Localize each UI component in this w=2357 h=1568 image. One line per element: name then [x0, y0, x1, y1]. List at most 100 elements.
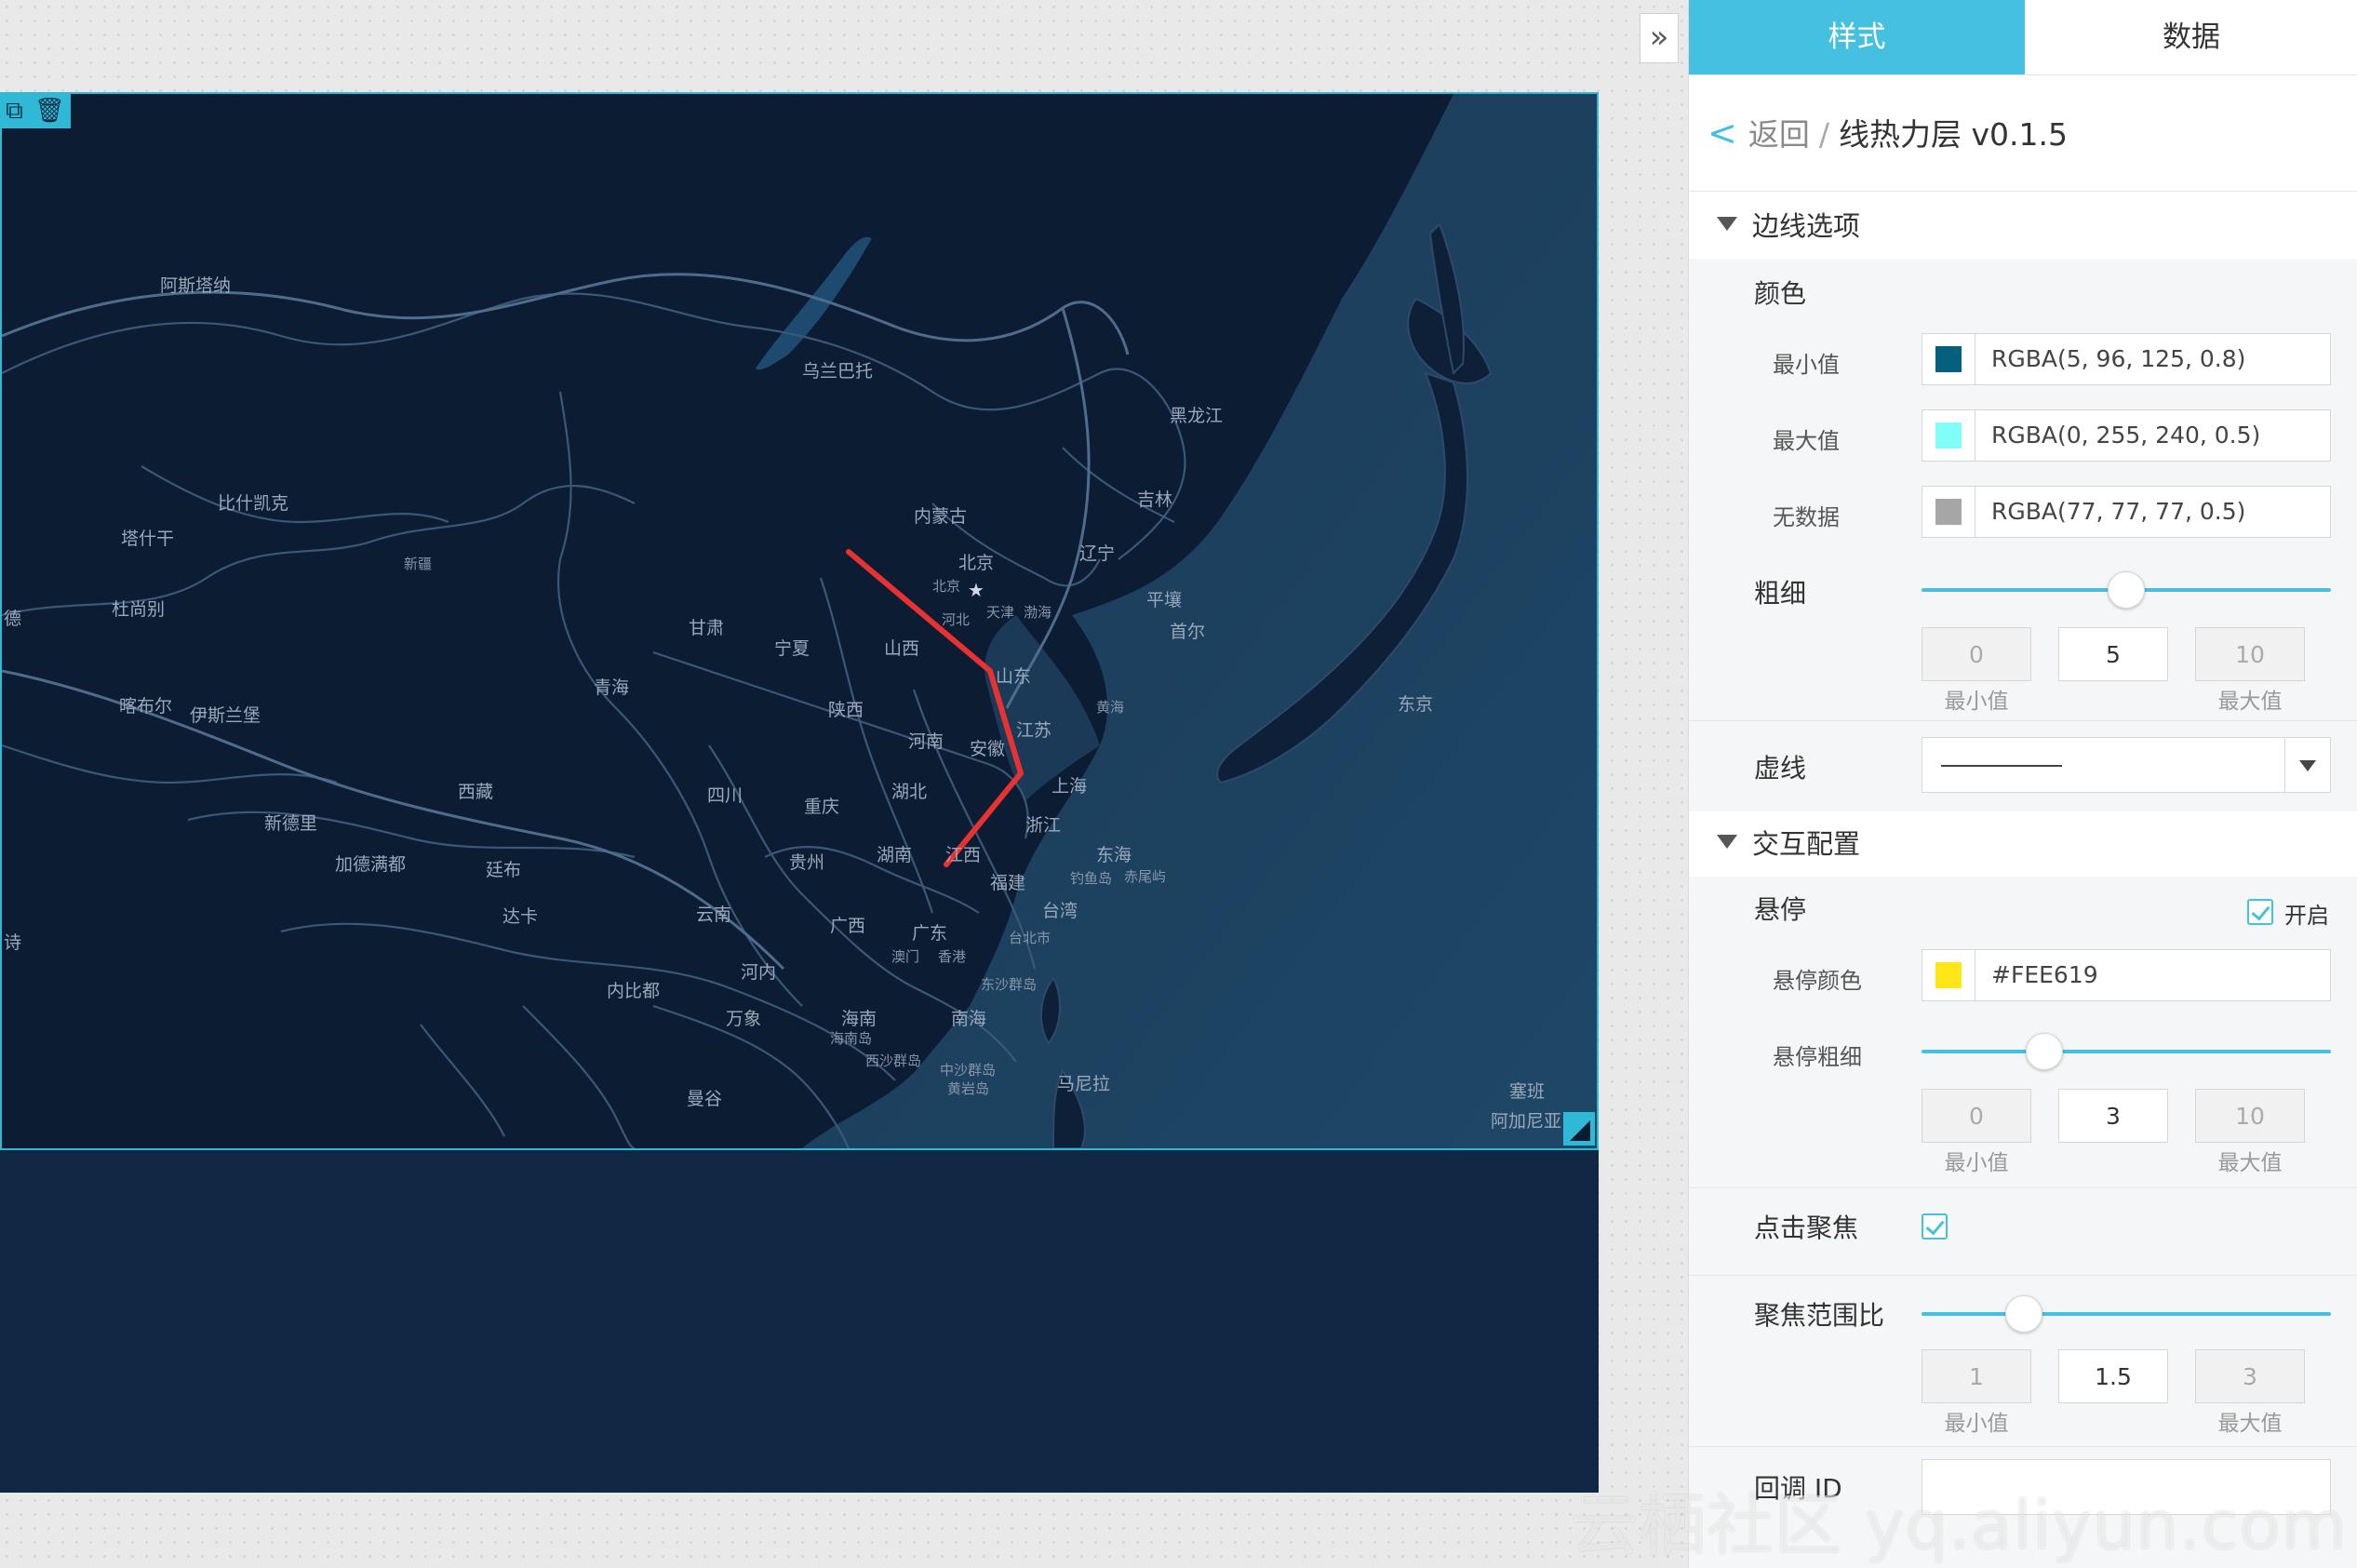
map-label: 海南 [841, 1009, 877, 1029]
hover-thickness-max-input: 10 [2195, 1089, 2305, 1143]
interaction-body: 悬停 开启 悬停颜色 #FEE619 悬停粗细 0 3 10 最小值 最大值 点… [1689, 877, 2357, 1568]
color-swatch-box[interactable] [1922, 487, 1975, 537]
slider-track[interactable] [1922, 1312, 2331, 1316]
map-label: 广西 [830, 916, 865, 936]
map-label: 北京 [958, 553, 994, 573]
back-link[interactable]: 返回 [1748, 116, 1810, 153]
color-swatch-box[interactable] [1922, 410, 1975, 461]
hover-thickness-slider[interactable] [1922, 1033, 2331, 1070]
hover-enable-checkbox[interactable] [2247, 899, 2273, 925]
click-focus-checkbox[interactable] [1922, 1213, 1948, 1240]
color-swatch [1935, 962, 1962, 988]
map-label: 钓鱼岛 [1070, 870, 1112, 887]
focus-ratio-value-input[interactable]: 1.5 [2058, 1349, 2168, 1403]
section-edge-options[interactable]: 边线选项 [1689, 194, 2357, 259]
divider [1689, 720, 2357, 721]
section-title: 边线选项 [1752, 210, 1861, 242]
map-label: 廷布 [486, 860, 521, 880]
double-chevron-right-icon: » [1649, 19, 1669, 56]
focus-ratio-max-input: 3 [2195, 1349, 2305, 1403]
map-label: 比什凯克 [218, 493, 288, 514]
resize-handle[interactable] [1563, 1112, 1595, 1146]
map-label: 德 [4, 609, 21, 629]
min-color-field[interactable]: RGBA(5, 96, 125, 0.8) [1922, 333, 2331, 385]
map-label: 加德满都 [335, 854, 406, 875]
color-value: #FEE619 [1991, 961, 2098, 988]
map-label: 甘肃 [689, 618, 724, 638]
map-label: 内蒙古 [914, 506, 967, 527]
color-swatch [1935, 499, 1962, 525]
breadcrumb: < 返回 / 线热力层 v0.1.5 [1707, 110, 2068, 156]
breadcrumb-separator: / [1818, 116, 1829, 153]
copy-icon[interactable]: ⧉ [6, 97, 23, 125]
map-label: 阿斯塔纳 [160, 275, 231, 296]
dash-style-select[interactable] [1922, 737, 2331, 793]
map-canvas[interactable]: ★ 阿斯塔纳 乌兰巴托 黑龙江 吉林 比什凯克 塔什干 新疆 内蒙古 辽宁 北京… [0, 92, 1599, 1150]
map-label: 西沙群岛 [865, 1052, 921, 1069]
hover-enable-label: 开启 [2284, 903, 2329, 929]
tab-data[interactable]: 数据 [2025, 0, 2357, 74]
section-interaction[interactable]: 交互配置 [1689, 811, 2357, 877]
map-label: 吉林 [1137, 489, 1172, 510]
map-label: 西藏 [458, 782, 493, 802]
slider-knob[interactable] [2026, 1033, 2063, 1070]
map-label: 青海 [594, 677, 629, 698]
hover-color-field[interactable]: #FEE619 [1922, 949, 2331, 1001]
map-label: 北京 [932, 578, 960, 595]
edge-options-body: 颜色 最小值 RGBA(5, 96, 125, 0.8) 最大值 RGBA(0,… [1689, 259, 2357, 811]
map-label: 赤尾屿 [1124, 868, 1166, 885]
nodata-color-label: 无数据 [1773, 504, 1840, 530]
map-label: 东沙群岛 [981, 976, 1037, 993]
click-focus-label: 点击聚焦 [1754, 1213, 1859, 1243]
color-label: 颜色 [1754, 278, 1807, 309]
min-caption: 最小值 [1944, 690, 2009, 714]
map-label: 新疆 [404, 556, 432, 572]
trash-icon[interactable]: 🗑 [34, 97, 65, 125]
map-label: 达卡 [502, 906, 538, 927]
thickness-value-input[interactable]: 5 [2058, 627, 2168, 681]
map-label: 辽宁 [1079, 543, 1115, 564]
slider-knob[interactable] [2005, 1295, 2042, 1333]
map-label: 曼谷 [687, 1089, 722, 1109]
nodata-color-field[interactable]: RGBA(77, 77, 77, 0.5) [1922, 486, 2331, 538]
capital-star-icon: ★ [968, 579, 984, 601]
thickness-label: 粗细 [1754, 578, 1807, 609]
color-value: RGBA(0, 255, 240, 0.5) [1991, 422, 2261, 449]
thickness-slider[interactable] [1922, 571, 2331, 609]
caret-down-icon [1717, 835, 1737, 849]
map-label: 诗 [4, 932, 21, 953]
slider-knob[interactable] [2108, 571, 2145, 609]
tab-style[interactable]: 样式 [1689, 0, 2025, 74]
chevron-left-icon[interactable]: < [1707, 113, 1737, 154]
map-label: 四川 [707, 785, 743, 806]
map-label: 东京 [1398, 694, 1433, 715]
section-title: 交互配置 [1752, 828, 1861, 860]
canvas-background [0, 1150, 1599, 1493]
hover-thickness-value-input[interactable]: 3 [2058, 1089, 2168, 1143]
focus-ratio-min-input: 1 [1922, 1349, 2031, 1403]
slider-track[interactable] [1922, 1050, 2331, 1053]
color-swatch-box[interactable] [1922, 334, 1975, 384]
map-label: 浙江 [1025, 815, 1061, 836]
hover-color-label: 悬停颜色 [1773, 968, 1862, 994]
collapse-panel-button[interactable]: » [1640, 13, 1679, 63]
map-label: 黄岩岛 [947, 1080, 989, 1097]
map-label: 伊斯兰堡 [190, 705, 261, 726]
color-swatch-box[interactable] [1922, 950, 1975, 1000]
map-label: 阿加尼亚 [1491, 1111, 1561, 1132]
max-color-field[interactable]: RGBA(0, 255, 240, 0.5) [1922, 409, 2331, 462]
caret-down-icon[interactable] [2284, 738, 2330, 792]
max-color-label: 最大值 [1773, 428, 1840, 454]
map-label: 山西 [884, 638, 919, 659]
map-label: 河内 [741, 962, 776, 983]
map-label: 陕西 [828, 700, 864, 720]
map-label: 江苏 [1016, 720, 1051, 741]
map-layer[interactable]: ★ 阿斯塔纳 乌兰巴托 黑龙江 吉林 比什凯克 塔什干 新疆 内蒙古 辽宁 北京… [2, 94, 1597, 1148]
divider [1689, 1446, 2357, 1447]
max-caption: 最大值 [2217, 1151, 2283, 1175]
map-label: 黑龙江 [1170, 406, 1223, 426]
min-caption: 最小值 [1944, 1412, 2009, 1436]
panel-tabs: 样式 数据 [1689, 0, 2357, 75]
thickness-min-input: 0 [1922, 627, 2031, 681]
focus-ratio-slider[interactable] [1922, 1295, 2331, 1333]
